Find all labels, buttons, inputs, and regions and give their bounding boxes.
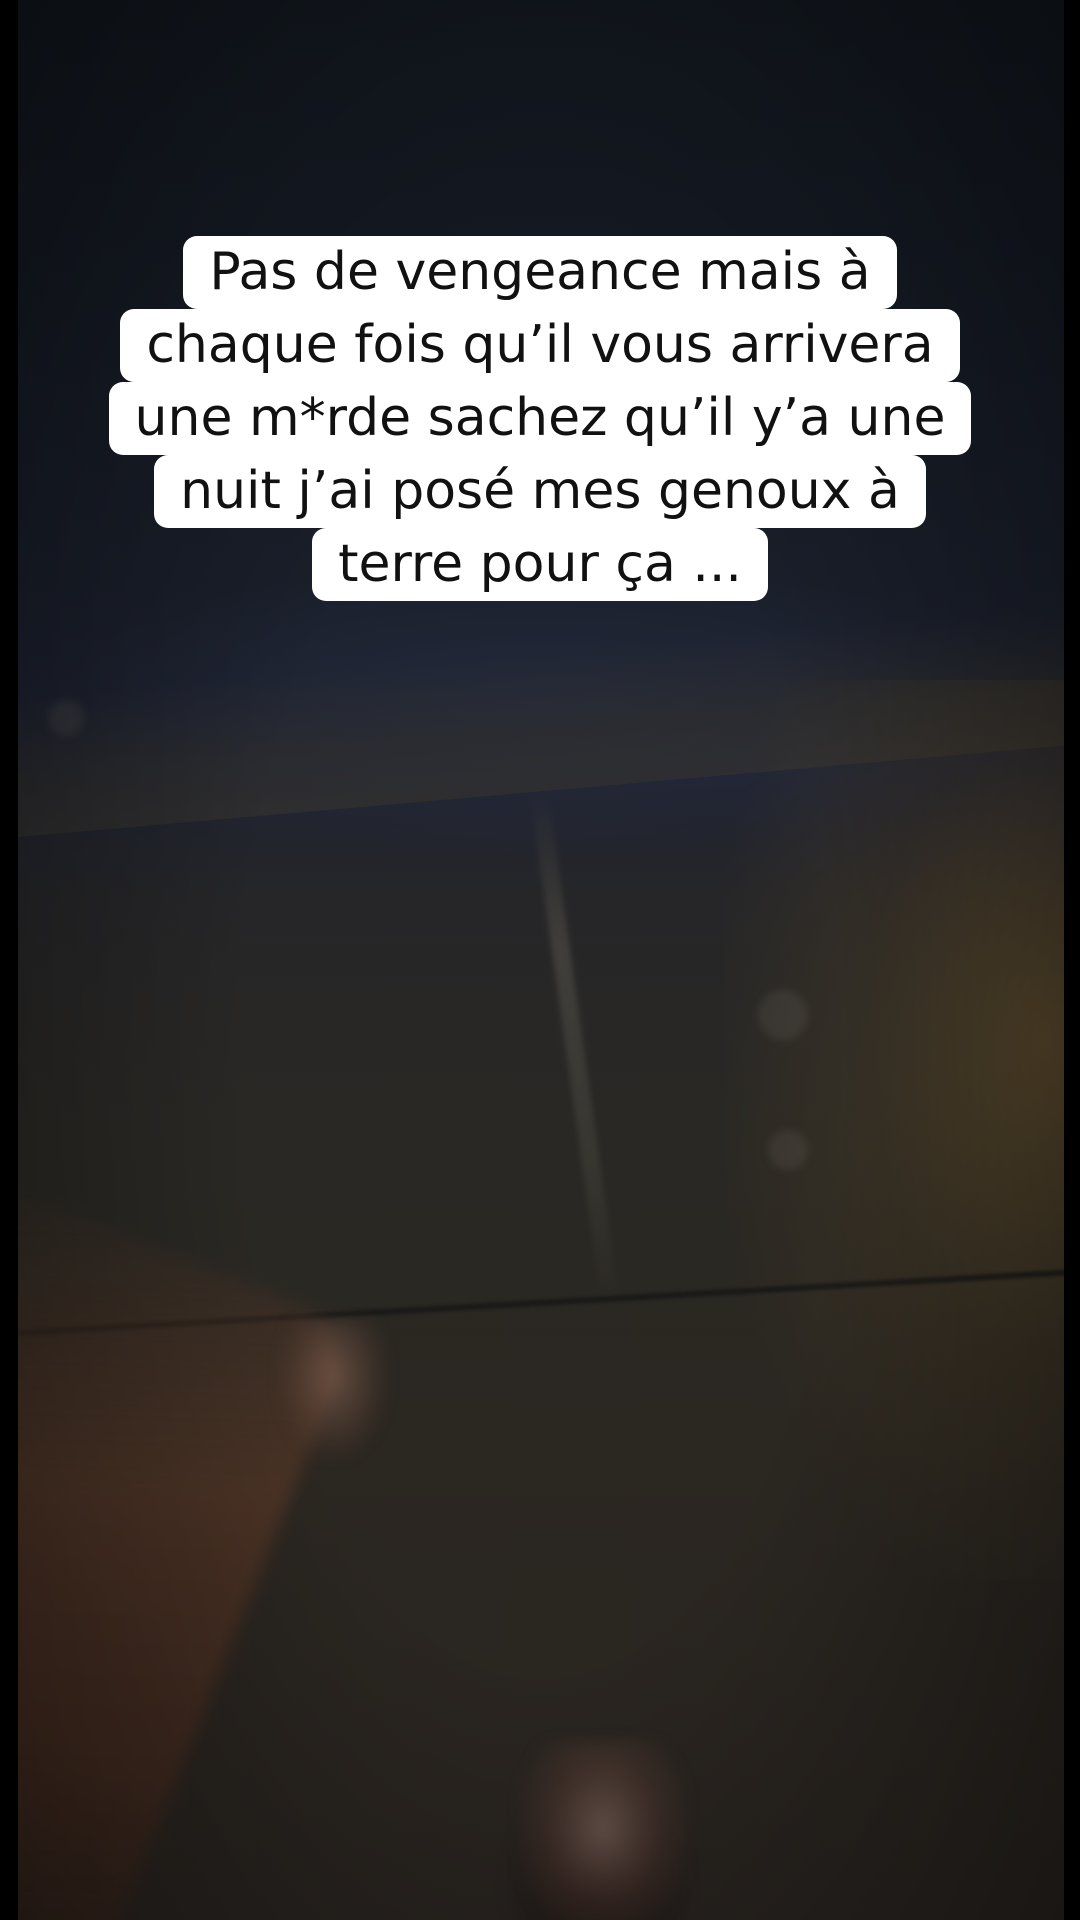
caption-line-5: terre pour ça ... — [312, 528, 768, 601]
caption-line-1: Pas de vengeance mais à — [183, 236, 897, 309]
caption-line-2: chaque fois qu’il vous arrivera — [120, 309, 960, 382]
caption-line-4: nuit j’ai posé mes genoux à — [154, 455, 926, 528]
caption-line-3: une m*rde sachez qu’il y’a une — [108, 382, 972, 455]
video-frame: Pas de vengeance mais à chaque fois qu’i… — [0, 0, 1080, 1920]
caption-overlay: Pas de vengeance mais à chaque fois qu’i… — [0, 236, 1080, 601]
